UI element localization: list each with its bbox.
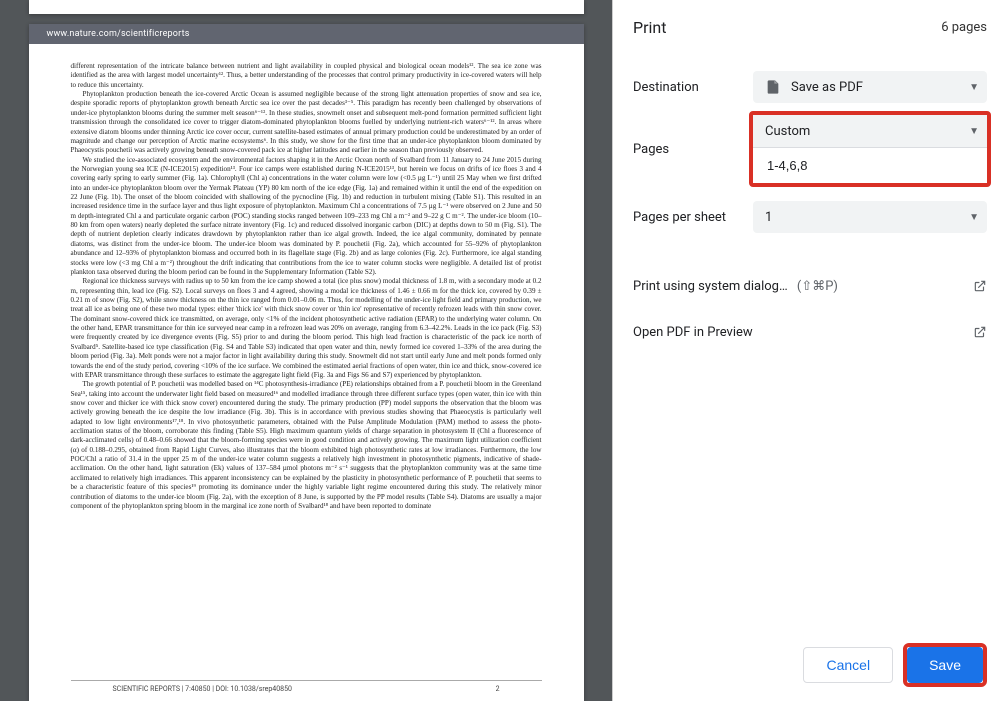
destination-label: Destination <box>633 80 753 95</box>
previous-page-sliver <box>29 0 584 14</box>
pdf-icon <box>765 79 781 95</box>
pages-per-sheet-row: Pages per sheet 1 ▼ <box>633 189 987 245</box>
system-dialog-label: Print using system dialog… <box>633 279 788 294</box>
open-preview-label: Open PDF in Preview <box>633 325 753 340</box>
print-sidebar: Print 6 pages Destination Save as PDF ▼ … <box>612 0 1007 701</box>
save-highlight: Save <box>903 643 987 687</box>
page-footer: SCIENTIFIC REPORTS | 7:40850 | DOI: 10.1… <box>71 680 542 701</box>
open-preview-link[interactable]: Open PDF in Preview <box>633 309 987 355</box>
dialog-footer: Cancel Save <box>633 643 987 687</box>
cancel-button[interactable]: Cancel <box>803 647 893 683</box>
system-dialog-shortcut: (⇧⌘P) <box>797 279 838 294</box>
pages-mode-select[interactable]: Custom ▼ <box>753 115 987 147</box>
page-header-url: www.nature.com/scientificreports <box>29 24 584 44</box>
pages-per-sheet-value: 1 <box>765 210 772 225</box>
chevron-down-icon: ▼ <box>969 126 979 137</box>
sidebar-header: Print 6 pages <box>633 18 987 37</box>
page-count: 6 pages <box>941 20 987 35</box>
destination-row: Destination Save as PDF ▼ <box>633 59 987 115</box>
pages-per-sheet-label: Pages per sheet <box>633 210 753 225</box>
destination-select[interactable]: Save as PDF ▼ <box>753 71 987 103</box>
destination-value: Save as PDF <box>791 80 863 95</box>
print-preview-pane: www.nature.com/scientificreports differe… <box>0 0 612 701</box>
chevron-down-icon: ▼ <box>969 212 979 223</box>
pages-per-sheet-select[interactable]: 1 ▼ <box>753 201 987 233</box>
save-button[interactable]: Save <box>907 647 983 683</box>
pages-label: Pages <box>633 142 753 157</box>
chevron-down-icon: ▼ <box>969 82 979 93</box>
paragraph: The growth potential of P. pouchetii was… <box>71 380 542 511</box>
paragraph: different representation of the intricat… <box>71 62 542 90</box>
footer-citation: SCIENTIFIC REPORTS | 7:40850 | DOI: 10.1… <box>113 685 292 693</box>
external-link-icon <box>973 279 987 293</box>
external-link-icon <box>973 325 987 339</box>
pages-highlight: Custom ▼ <box>749 111 991 187</box>
print-title: Print <box>633 18 666 37</box>
preview-page: www.nature.com/scientificreports differe… <box>29 24 584 701</box>
pages-mode-value: Custom <box>765 124 810 139</box>
footer-page-number: 2 <box>496 685 500 693</box>
page-body: different representation of the intricat… <box>29 44 584 680</box>
pages-range-input[interactable] <box>753 147 987 183</box>
paragraph: We studied the ice-associated ecosystem … <box>71 156 542 278</box>
paragraph: Regional ice thickness surveys with radi… <box>71 277 542 380</box>
paragraph: Phytoplankton production beneath the ice… <box>71 90 542 156</box>
system-dialog-link[interactable]: Print using system dialog… (⇧⌘P) <box>633 263 987 309</box>
pages-row: Pages Custom ▼ <box>633 115 987 183</box>
